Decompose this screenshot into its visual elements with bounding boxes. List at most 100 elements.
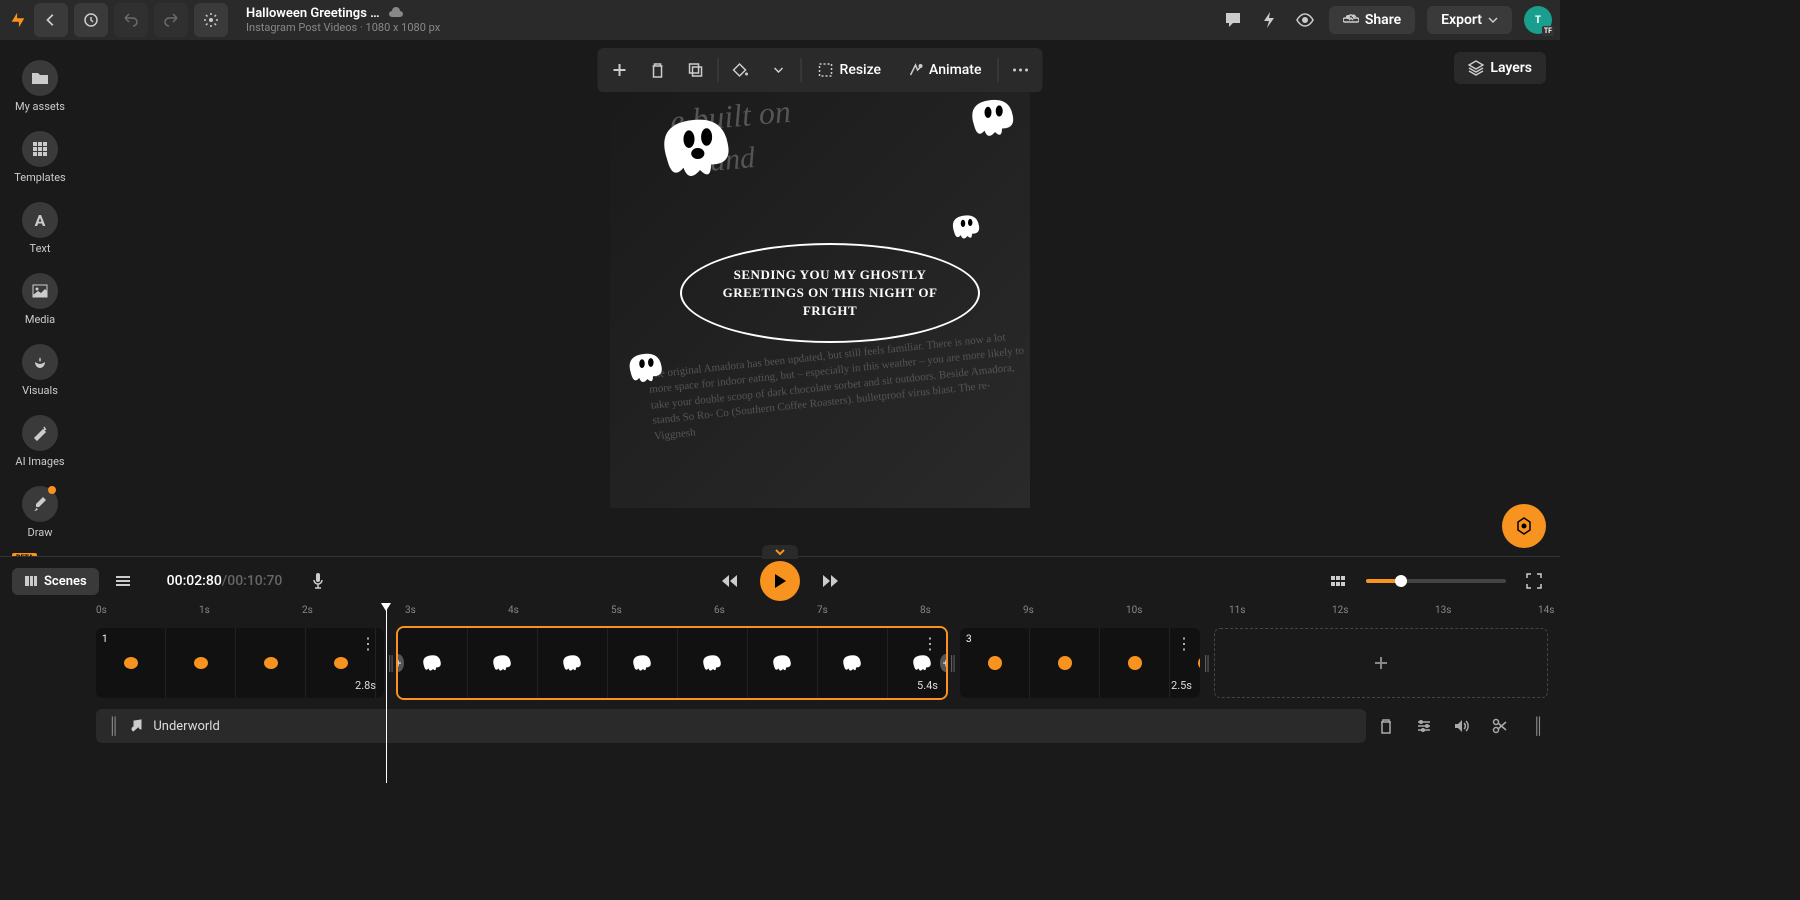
speech-text: SENDING YOU MY GHOSTLY GREETINGS ON THIS… [682, 266, 978, 321]
layers-button[interactable]: Layers [1454, 52, 1546, 84]
ruler-tick: 9s [1023, 605, 1034, 616]
ruler-tick: 1s [199, 605, 210, 616]
sidebar-item-label: Templates [14, 171, 65, 184]
scene-clip[interactable]: ⋮5.4s++ [398, 628, 946, 698]
sidebar-item-draw[interactable]: Draw [0, 480, 80, 545]
ruler-tick: 8s [920, 605, 931, 616]
playhead[interactable] [386, 609, 387, 783]
history-button[interactable] [74, 3, 108, 37]
user-avatar[interactable]: T TF [1524, 6, 1552, 34]
fill-button[interactable] [723, 52, 759, 88]
audio-track[interactable]: ║ Underworld [96, 709, 1366, 743]
undo-button[interactable] [114, 3, 148, 37]
duplicate-button[interactable] [678, 52, 714, 88]
fullscreen-button[interactable] [1520, 567, 1548, 595]
animate-button[interactable]: Animate [895, 52, 993, 88]
audio-drag-handle[interactable]: ║ [1528, 716, 1548, 736]
volume-button[interactable] [1452, 716, 1472, 736]
share-button[interactable]: Share [1329, 6, 1415, 34]
timecode-display: 00:02:80/00:10:70 [167, 573, 283, 589]
scene-thumbnail [818, 628, 888, 698]
scene-gap-handle[interactable]: ║ [950, 655, 956, 672]
playback-controls [716, 561, 844, 601]
ruler-tick: 12s [1332, 605, 1348, 616]
export-button[interactable]: Export [1427, 6, 1512, 34]
sidebar-item-text[interactable]: A Text [0, 196, 80, 261]
ghost-graphic[interactable] [945, 208, 990, 246]
scenes-toggle-button[interactable]: Scenes [12, 568, 99, 595]
sidebar-item-label: My assets [15, 100, 65, 113]
timeline-expand-tab[interactable] [762, 545, 798, 559]
zoom-slider[interactable] [1366, 579, 1506, 583]
speech-bubble[interactable]: SENDING YOU MY GHOSTLY GREETINGS ON THIS… [680, 243, 980, 343]
bolt-icon[interactable] [1257, 8, 1281, 32]
drag-handle-icon[interactable]: ║ [108, 716, 119, 736]
scene-thumbnail [608, 628, 678, 698]
delete-button[interactable] [640, 52, 676, 88]
text-icon: A [22, 202, 58, 238]
preview-icon[interactable] [1293, 8, 1317, 32]
sidebar-item-assets[interactable]: My assets [0, 54, 80, 119]
forward-button[interactable] [816, 567, 844, 595]
ghost-graphic[interactable] [645, 103, 755, 193]
canvas-toolbar: Resize Animate [598, 48, 1043, 92]
scene-thumbnail [678, 628, 748, 698]
canvas[interactable]: e built on and The original Amadora has … [610, 88, 1030, 508]
sidebar-item-ai-images[interactable]: AI Images [0, 409, 80, 474]
delete-audio-button[interactable] [1376, 716, 1396, 736]
record-voiceover-button[interactable] [304, 567, 332, 595]
timeline-menu-button[interactable] [109, 567, 137, 595]
export-label: Export [1441, 12, 1482, 28]
scene-gap-handle[interactable]: ║ [1204, 655, 1210, 672]
zoom-thumb[interactable] [1395, 575, 1407, 587]
scene-clip[interactable]: 1⋮2.8s [96, 628, 384, 698]
sidebar-item-templates[interactable]: Templates [0, 125, 80, 190]
timeline-scenes-track: 1⋮2.8s║⋮5.4s++║3⋮2.5s║ [0, 625, 1560, 701]
scene-thumbnail [1100, 628, 1170, 698]
share-label: Share [1365, 12, 1401, 28]
avatar-badge: TF [1542, 26, 1554, 36]
split-audio-button[interactable] [1490, 716, 1510, 736]
scene-thumbnail [748, 628, 818, 698]
play-button[interactable] [760, 561, 800, 601]
notification-dot [48, 486, 56, 494]
ghost-graphic[interactable] [620, 343, 675, 393]
ai-fab-button[interactable] [1502, 504, 1546, 548]
scene-left-handle[interactable]: + [398, 628, 404, 698]
resize-label: Resize [840, 62, 882, 78]
sidebar-item-visuals[interactable]: Visuals [0, 338, 80, 403]
scene-right-handle[interactable]: + [940, 628, 946, 698]
add-scene-button[interactable] [1214, 628, 1548, 698]
scene-menu-button[interactable]: ⋮ [1176, 634, 1192, 653]
more-button[interactable] [1002, 52, 1038, 88]
wand-icon [22, 415, 58, 451]
rewind-button[interactable] [716, 567, 744, 595]
ghost-graphic[interactable] [960, 88, 1030, 148]
scene-thumbnail [376, 628, 384, 698]
cloud-sync-icon [388, 7, 404, 19]
audio-settings-button[interactable] [1414, 716, 1434, 736]
brush-icon [22, 486, 58, 522]
project-title: Halloween Greetings … [246, 6, 380, 22]
fill-dropdown-button[interactable] [761, 52, 797, 88]
timeline-ruler[interactable]: 0s1s2s3s4s5s6s7s8s9s10s11s12s13s14s [0, 605, 1560, 625]
scene-clip[interactable]: 3⋮2.5s [960, 628, 1200, 698]
ruler-tick: 7s [817, 605, 828, 616]
thumbnail-view-button[interactable] [1324, 567, 1352, 595]
scene-thumbnail [468, 628, 538, 698]
sidebar-item-media[interactable]: Media [0, 267, 80, 332]
scene-number: 3 [966, 634, 982, 650]
scene-gap-handle[interactable]: ║ [388, 655, 394, 672]
settings-button[interactable] [194, 3, 228, 37]
add-button[interactable] [602, 52, 638, 88]
scene-menu-button[interactable]: ⋮ [922, 634, 938, 653]
comments-icon[interactable] [1221, 8, 1245, 32]
app-logo[interactable] [8, 10, 28, 30]
scene-menu-button[interactable]: ⋮ [360, 634, 376, 653]
timeline-panel: Scenes 00:02:80/00:10:70 0s1s2s3s4s5s6s7… [0, 556, 1560, 780]
scene-duration: 5.4s [917, 679, 938, 692]
resize-button[interactable]: Resize [806, 52, 894, 88]
back-button[interactable] [34, 3, 68, 37]
redo-button[interactable] [154, 3, 188, 37]
project-title-area[interactable]: Halloween Greetings … Instagram Post Vid… [246, 6, 440, 35]
